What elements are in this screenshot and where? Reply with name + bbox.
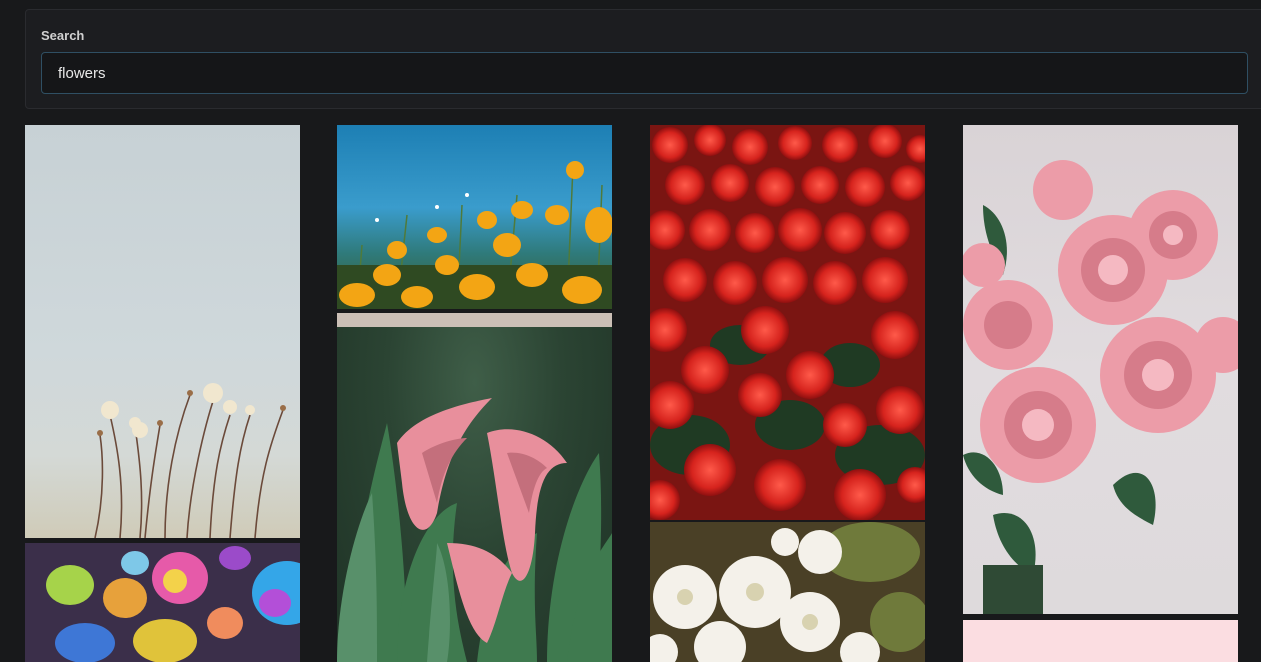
gallery-image[interactable] <box>25 125 300 538</box>
gallery-image[interactable] <box>650 522 925 662</box>
image-gallery <box>0 0 1261 662</box>
gallery-image[interactable] <box>963 620 1238 662</box>
gallery-image[interactable] <box>650 125 925 520</box>
gallery-image[interactable] <box>963 125 1238 614</box>
gallery-image[interactable] <box>337 313 612 662</box>
gallery-image[interactable] <box>25 543 300 662</box>
gallery-image[interactable] <box>337 125 612 309</box>
